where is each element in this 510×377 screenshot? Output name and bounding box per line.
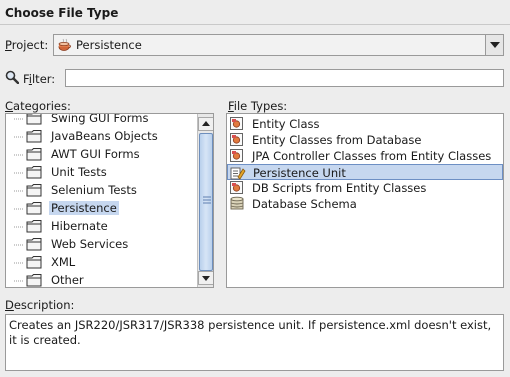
file-type-label: JPA Controller Classes from Entity Class… — [252, 149, 492, 163]
file-type-item[interactable]: Entity Class — [227, 116, 503, 132]
tree-line-icon — [14, 190, 24, 192]
folder-icon — [26, 256, 42, 269]
project-label: Project: — [5, 38, 49, 52]
folder-icon — [26, 114, 42, 125]
tree-line-icon — [14, 244, 24, 246]
category-item[interactable]: Other — [6, 272, 196, 287]
grip-icon — [203, 196, 211, 204]
page-title: Choose File Type — [5, 6, 119, 20]
description-label: Description: — [5, 298, 75, 312]
category-item[interactable]: XML — [6, 254, 196, 272]
scroll-down-button[interactable] — [198, 271, 213, 285]
tree-line-icon — [14, 262, 24, 264]
folder-icon — [26, 274, 42, 287]
file-type-label: Database Schema — [252, 197, 357, 211]
category-label: Swing GUI Forms — [51, 113, 149, 125]
file-type-label: Entity Class — [252, 117, 320, 131]
file-type-item[interactable]: Persistence Unit — [227, 164, 503, 180]
folder-icon — [26, 184, 42, 197]
tree-line-icon — [14, 136, 24, 138]
categories-label: Categories: — [5, 99, 71, 113]
project-value: Persistence — [76, 38, 142, 52]
category-item[interactable]: Unit Tests — [6, 164, 196, 182]
tree-line-icon — [14, 226, 24, 228]
categories-list[interactable]: Swing GUI Forms JavaBeans Objects AWT GUI … — [5, 113, 214, 288]
folder-icon — [26, 220, 42, 233]
category-label: Unit Tests — [51, 165, 107, 179]
chevron-down-icon — [490, 42, 500, 48]
category-label: Other — [51, 273, 84, 287]
file-type-label: Entity Classes from Database — [252, 133, 422, 147]
scroll-thumb[interactable] — [199, 133, 213, 271]
description-line: it is created. — [9, 333, 81, 347]
category-label: XML — [51, 255, 76, 269]
tree-line-icon — [14, 208, 24, 210]
category-label: Web Services — [51, 237, 129, 251]
coffee-cup-icon — [58, 38, 71, 51]
file-type-item[interactable]: DB Scripts from Entity Classes — [227, 180, 503, 196]
tree-line-icon — [14, 280, 24, 282]
arrow-down-icon — [202, 276, 210, 281]
tree-line-icon — [14, 154, 24, 156]
file-type-item[interactable]: JPA Controller Classes from Entity Class… — [227, 148, 503, 164]
file-types-list[interactable]: Entity Class Entity Classes from Database… — [226, 113, 504, 288]
description-text: Creates an JSR220/JSR317/JSR338 persiste… — [5, 314, 504, 371]
category-item[interactable]: AWT GUI Forms — [6, 146, 196, 164]
category-item[interactable]: Hibernate — [6, 218, 196, 236]
project-combobox[interactable]: Persistence — [53, 34, 504, 56]
description-line: Creates an JSR220/JSR317/JSR338 persiste… — [9, 318, 492, 332]
category-item[interactable]: Swing GUI Forms — [6, 113, 196, 128]
file-type-label: Persistence Unit — [253, 166, 346, 180]
folder-icon — [26, 148, 42, 161]
category-label: Selenium Tests — [51, 183, 137, 197]
magnifier-icon — [5, 70, 19, 84]
arrow-up-icon — [202, 121, 210, 126]
category-label: JavaBeans Objects — [51, 129, 158, 143]
folder-icon — [26, 130, 42, 143]
tree-line-icon — [14, 118, 24, 120]
category-item[interactable]: Web Services — [6, 236, 196, 254]
category-item[interactable]: Persistence — [6, 200, 196, 218]
file-types-label: File Types: — [228, 99, 288, 113]
title-separator — [0, 24, 510, 25]
file-type-item[interactable]: Database Schema — [227, 196, 503, 212]
category-label: Hibernate — [51, 219, 108, 233]
categories-scrollbar[interactable] — [197, 114, 213, 287]
filter-label: Filter: — [23, 72, 56, 86]
entity-icon — [230, 133, 243, 146]
category-label: AWT GUI Forms — [51, 147, 140, 161]
filter-input[interactable] — [65, 69, 504, 87]
file-type-item[interactable]: Entity Classes from Database — [227, 132, 503, 148]
database-icon — [230, 196, 244, 210]
folder-icon — [26, 166, 42, 179]
folder-icon — [26, 238, 42, 251]
category-label: Persistence — [49, 201, 119, 215]
file-type-label: DB Scripts from Entity Classes — [252, 181, 427, 195]
entity-icon — [230, 149, 243, 162]
project-dropdown-button[interactable] — [485, 35, 503, 55]
folder-icon — [26, 202, 42, 215]
category-item[interactable]: JavaBeans Objects — [6, 128, 196, 146]
tree-line-icon — [14, 172, 24, 174]
entity-icon — [230, 117, 243, 130]
category-item[interactable]: Selenium Tests — [6, 182, 196, 200]
scroll-up-button[interactable] — [198, 117, 213, 131]
entity-icon — [230, 181, 243, 194]
persistence-unit-icon — [230, 167, 246, 180]
